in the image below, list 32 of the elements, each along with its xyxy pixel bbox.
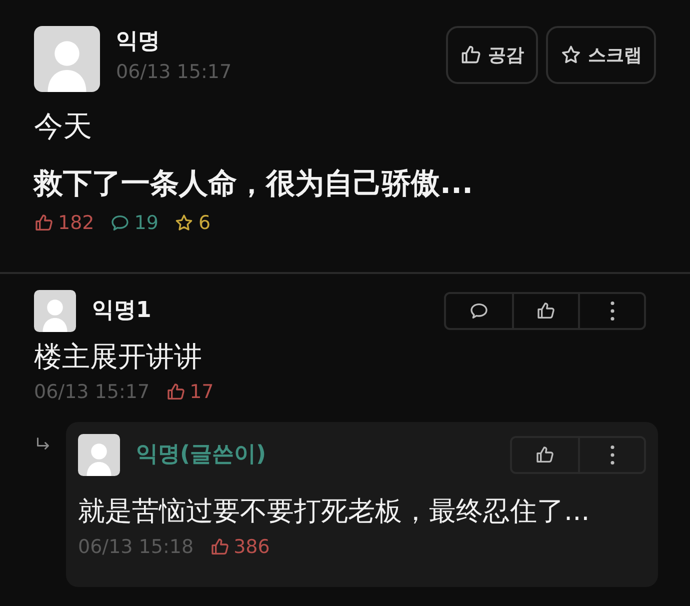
like-count: 17 — [190, 380, 214, 405]
thumbs-up-icon — [460, 44, 482, 66]
author-name: 익명(글쓴이) — [136, 443, 266, 468]
thumbs-up-icon — [166, 382, 186, 402]
author-name: 익명1 — [92, 298, 152, 323]
reply-text: 就是苦恼过要不要打死老板，最终忍住了... — [78, 495, 591, 530]
avatar-icon — [34, 290, 76, 332]
like-count: 182 — [58, 211, 94, 236]
post-body: 救下了一条人命，很为自己骄傲... — [34, 164, 474, 202]
comment-text: 楼主展开讲讲 — [34, 338, 203, 375]
timestamp: 06/13 15:17 — [116, 60, 232, 86]
comment-count: 19 — [134, 211, 158, 236]
more-icon — [610, 300, 614, 321]
thumbs-up-icon — [210, 536, 230, 557]
timestamp: 06/13 15:17 — [34, 380, 150, 405]
thumbs-up-icon — [535, 445, 555, 466]
speech-bubble-icon — [110, 213, 130, 234]
thumbs-up-icon — [34, 213, 54, 234]
speech-bubble-icon — [469, 300, 489, 321]
thumbs-up-icon — [536, 300, 556, 321]
like-count: 386 — [234, 534, 270, 560]
star-icon — [174, 213, 194, 234]
avatar-icon — [34, 26, 100, 92]
timestamp: 06/13 15:18 — [78, 534, 194, 560]
scrap-button[interactable]: 스크랩 — [546, 26, 656, 84]
star-icon — [560, 44, 582, 66]
author-name: 익명 — [116, 30, 161, 54]
post-title: 今天 — [34, 108, 93, 145]
avatar-icon — [78, 434, 120, 476]
like-button[interactable]: 공감 — [446, 26, 538, 84]
more-icon — [610, 445, 614, 466]
scrap-count: 6 — [198, 211, 211, 236]
